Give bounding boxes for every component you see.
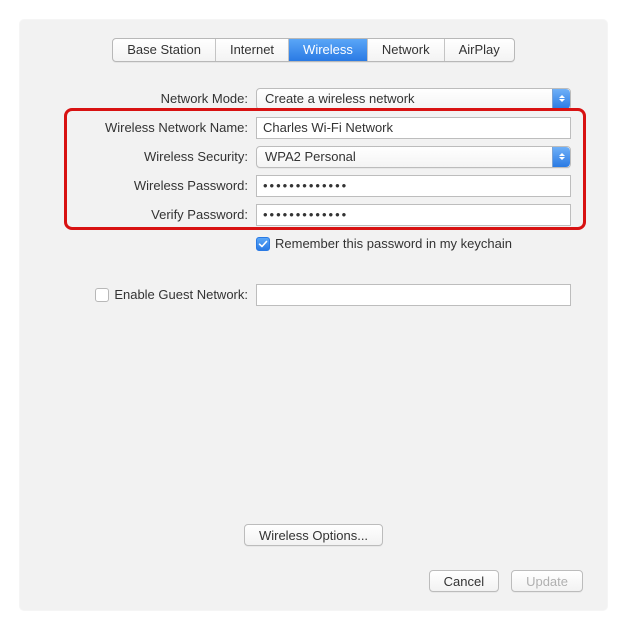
network-name-value: Charles Wi-Fi Network (263, 120, 393, 135)
select-cap-icon (552, 89, 570, 109)
enable-guest-checkbox[interactable] (95, 288, 109, 302)
wireless-options-button[interactable]: Wireless Options... (244, 524, 383, 546)
tab-network[interactable]: Network (368, 39, 445, 61)
security-select[interactable]: WPA2 Personal (256, 146, 571, 168)
check-icon (258, 239, 268, 249)
verify-password-input[interactable]: ••••••••••••• (256, 204, 571, 226)
cancel-button[interactable]: Cancel (429, 570, 499, 592)
remember-keychain-checkbox[interactable] (256, 237, 270, 251)
security-value: WPA2 Personal (265, 149, 356, 164)
network-mode-label: Network Mode: (56, 91, 256, 106)
guest-network-input[interactable] (256, 284, 571, 306)
network-mode-select[interactable]: Create a wireless network (256, 88, 571, 110)
update-button[interactable]: Update (511, 570, 583, 592)
tab-base-station[interactable]: Base Station (113, 39, 216, 61)
tab-bar: Base Station Internet Wireless Network A… (20, 20, 607, 62)
password-value: ••••••••••••• (263, 178, 348, 193)
verify-value: ••••••••••••• (263, 207, 348, 222)
select-cap-icon (552, 147, 570, 167)
remember-keychain-label: Remember this password in my keychain (275, 236, 512, 251)
security-label: Wireless Security: (56, 149, 256, 164)
network-name-input[interactable]: Charles Wi-Fi Network (256, 117, 571, 139)
settings-panel: Base Station Internet Wireless Network A… (20, 20, 607, 610)
enable-guest-label: Enable Guest Network: (114, 287, 248, 302)
verify-label: Verify Password: (56, 207, 256, 222)
tab-internet[interactable]: Internet (216, 39, 289, 61)
password-label: Wireless Password: (56, 178, 256, 193)
network-mode-value: Create a wireless network (265, 91, 415, 106)
network-name-label: Wireless Network Name: (56, 120, 256, 135)
tab-airplay[interactable]: AirPlay (445, 39, 514, 61)
password-input[interactable]: ••••••••••••• (256, 175, 571, 197)
tab-wireless[interactable]: Wireless (289, 39, 368, 61)
